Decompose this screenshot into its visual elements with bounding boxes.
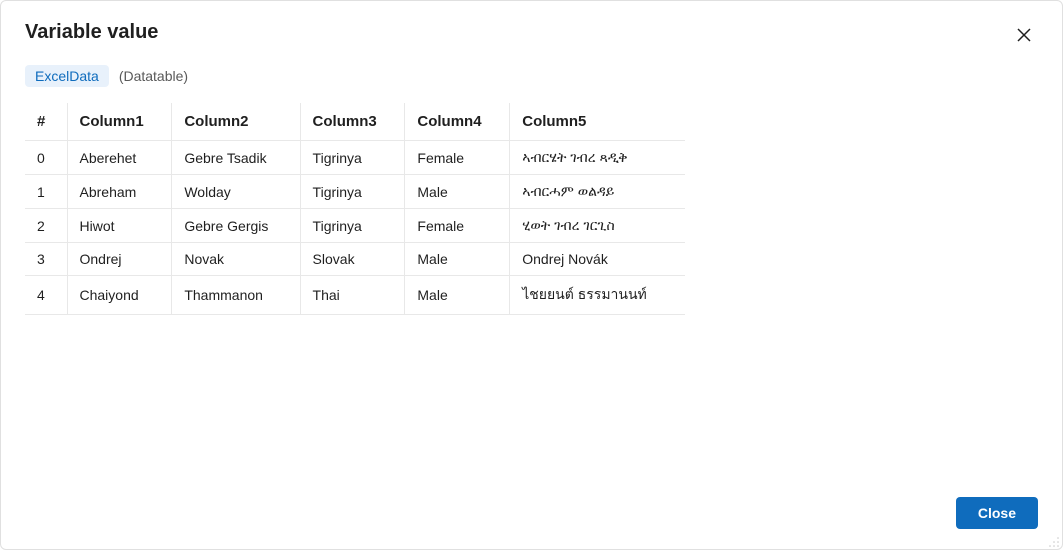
table-cell: Novak [172, 243, 300, 276]
variable-value-dialog: Variable value ExcelData (Datatable) # C… [0, 0, 1063, 550]
table-row[interactable]: 2HiwotGebre GergisTigrinyaFemaleሂወት ገብረ … [25, 209, 685, 243]
table-cell: Chaiyond [67, 276, 172, 315]
table-cell: ኣብርሄት ገብረ ጻዲቅ [510, 141, 685, 175]
table-cell: Abreham [67, 175, 172, 209]
table-cell: 1 [25, 175, 67, 209]
close-button[interactable]: Close [956, 497, 1038, 529]
table-cell: Hiwot [67, 209, 172, 243]
table-cell: ሂወት ገብረ ገርጊስ [510, 209, 685, 243]
table-row[interactable]: 1AbrehamWoldayTigrinyaMaleኣብርሓም ወልዳይ [25, 175, 685, 209]
header-index[interactable]: # [25, 103, 67, 141]
table-cell: Gebre Tsadik [172, 141, 300, 175]
table-cell: Ondrej Novák [510, 243, 685, 276]
table-cell: Male [405, 175, 510, 209]
header-column4[interactable]: Column4 [405, 103, 510, 141]
close-icon [1017, 28, 1031, 42]
variable-type-label: (Datatable) [119, 68, 188, 84]
header-column1[interactable]: Column1 [67, 103, 172, 141]
table-cell: Gebre Gergis [172, 209, 300, 243]
table-cell: Tigrinya [300, 175, 405, 209]
table-row[interactable]: 3OndrejNovakSlovakMaleOndrej Novák [25, 243, 685, 276]
table-cell: Female [405, 209, 510, 243]
table-row[interactable]: 4ChaiyondThammanonThaiMaleไชยยนต์ ธรรมาน… [25, 276, 685, 315]
table-cell: ไชยยนต์ ธรรมานนท์ [510, 276, 685, 315]
header-column3[interactable]: Column3 [300, 103, 405, 141]
table-cell: Male [405, 243, 510, 276]
table-cell: Slovak [300, 243, 405, 276]
table-cell: Ondrej [67, 243, 172, 276]
close-icon-button[interactable] [1010, 21, 1038, 49]
table-cell: ኣብርሓም ወልዳይ [510, 175, 685, 209]
dialog-footer: Close [1, 481, 1062, 549]
resize-grip[interactable] [1048, 535, 1060, 547]
table-cell: Tigrinya [300, 209, 405, 243]
table-cell: Aberehet [67, 141, 172, 175]
table-cell: Thai [300, 276, 405, 315]
header-column5[interactable]: Column5 [510, 103, 685, 141]
dialog-header: Variable value [1, 1, 1062, 49]
data-table: # Column1 Column2 Column3 Column4 Column… [25, 103, 685, 315]
variable-name-chip[interactable]: ExcelData [25, 65, 109, 87]
table-row[interactable]: 0AberehetGebre TsadikTigrinyaFemaleኣብርሄት… [25, 141, 685, 175]
table-cell: 0 [25, 141, 67, 175]
table-cell: Tigrinya [300, 141, 405, 175]
table-header-row: # Column1 Column2 Column3 Column4 Column… [25, 103, 685, 141]
table-cell: Wolday [172, 175, 300, 209]
table-cell: 2 [25, 209, 67, 243]
table-cell: Male [405, 276, 510, 315]
header-column2[interactable]: Column2 [172, 103, 300, 141]
dialog-title: Variable value [25, 21, 158, 44]
table-cell: 4 [25, 276, 67, 315]
table-cell: 3 [25, 243, 67, 276]
table-cell: Thammanon [172, 276, 300, 315]
variable-info-bar: ExcelData (Datatable) [1, 49, 1062, 87]
table-cell: Female [405, 141, 510, 175]
table-container: # Column1 Column2 Column3 Column4 Column… [1, 87, 1062, 481]
